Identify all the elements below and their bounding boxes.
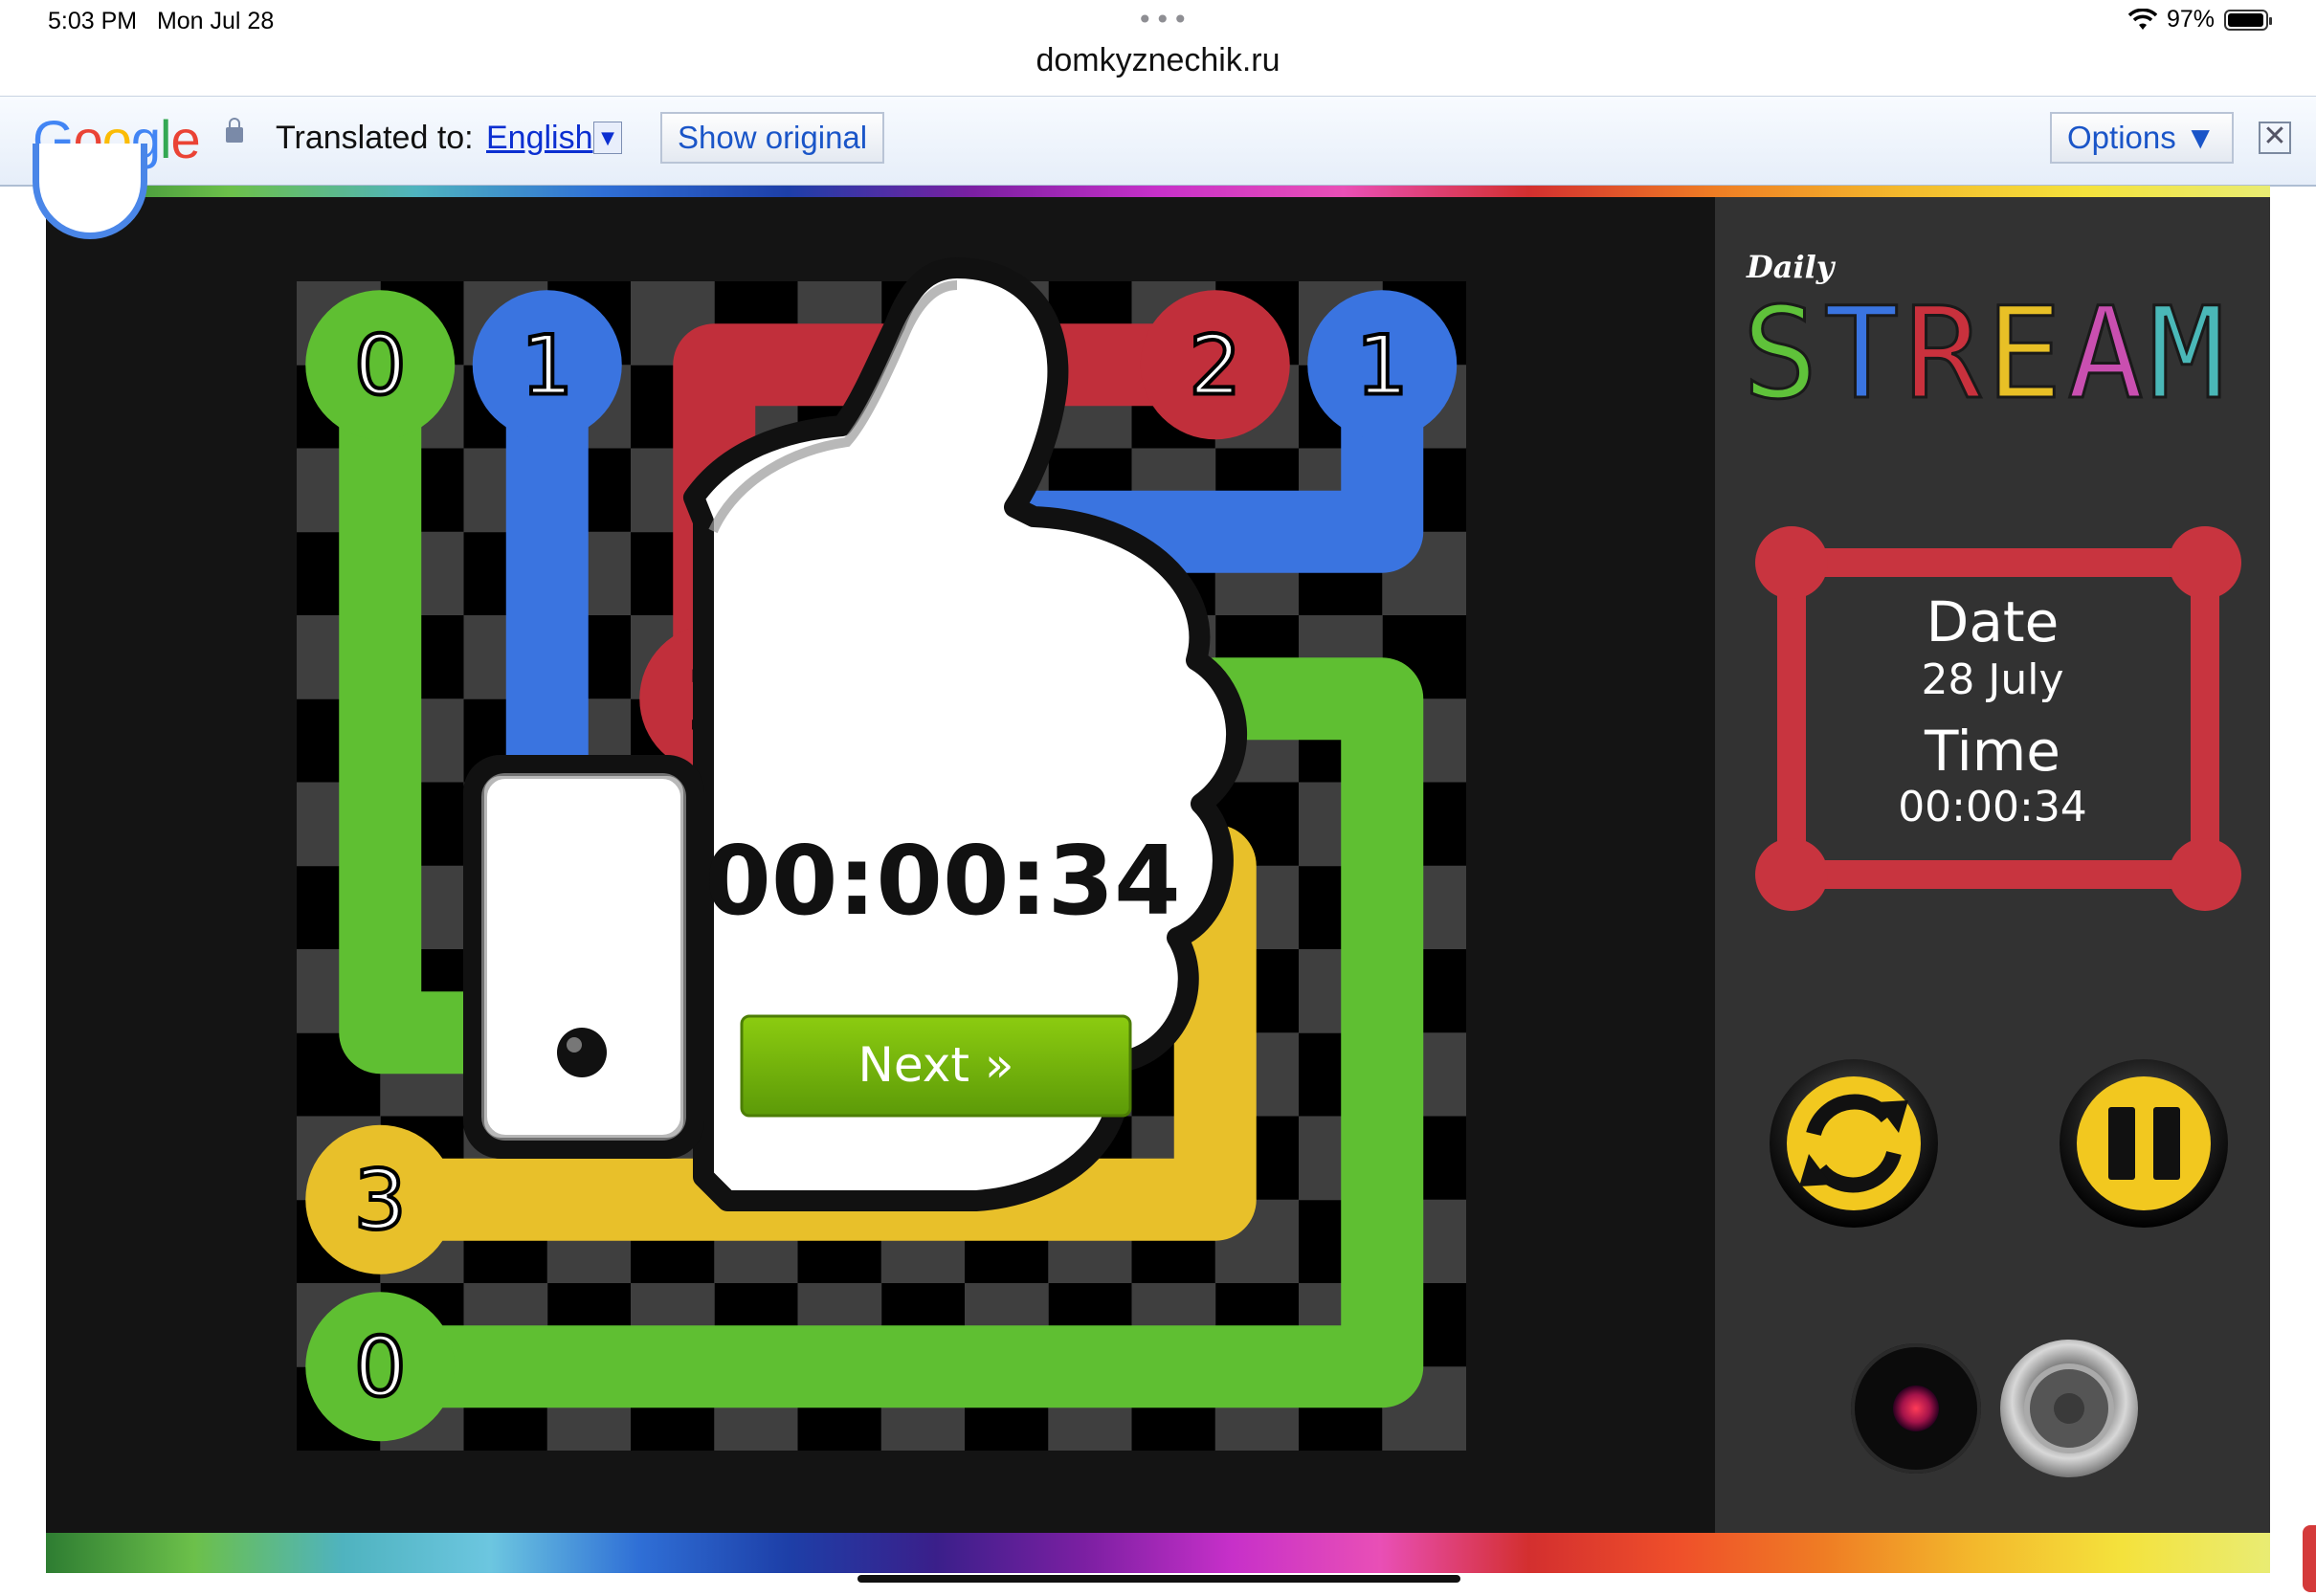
logo-letter: R [1904,280,1981,428]
endpoint-label: 1 [521,318,573,413]
endpoint-label: 3 [354,1153,407,1249]
next-button-label: Next » [858,1037,1014,1093]
logo-letter: E [1986,280,2061,428]
logo-letter: S [1742,280,1817,428]
logo-letter: A [2067,280,2143,428]
restart-button[interactable] [1770,1059,1938,1228]
record-icon [1893,1385,1939,1431]
next-button[interactable]: Next » [740,1014,1132,1118]
time-label: Time [1924,719,2060,784]
date-label: Date [1926,589,2060,654]
endpoint-label: 2 [1189,318,1241,413]
endpoint-label: 0 [354,1319,407,1415]
stream-logo: STREAM [1741,279,2226,430]
endpoint-label: 1 [1356,318,1409,413]
logo-letter: M [2149,280,2224,428]
home-indicator [857,1575,1460,1583]
record-button[interactable] [1851,1343,1981,1474]
date-value: 28 July [1921,655,2063,704]
pause-button[interactable] [2060,1059,2228,1228]
time-value: 00:00:34 [1898,783,2087,831]
game-canvas: 0011223 00:00:34 Next » Daily STREAM Dat… [297,249,2241,1477]
logo-letter: T [1823,280,1899,428]
endpoint-label: 0 [354,318,407,413]
popup-elapsed-time: 00:00:34 [704,825,1180,937]
speaker-button[interactable] [2000,1340,2138,1477]
edge-tab[interactable] [2303,1525,2316,1592]
